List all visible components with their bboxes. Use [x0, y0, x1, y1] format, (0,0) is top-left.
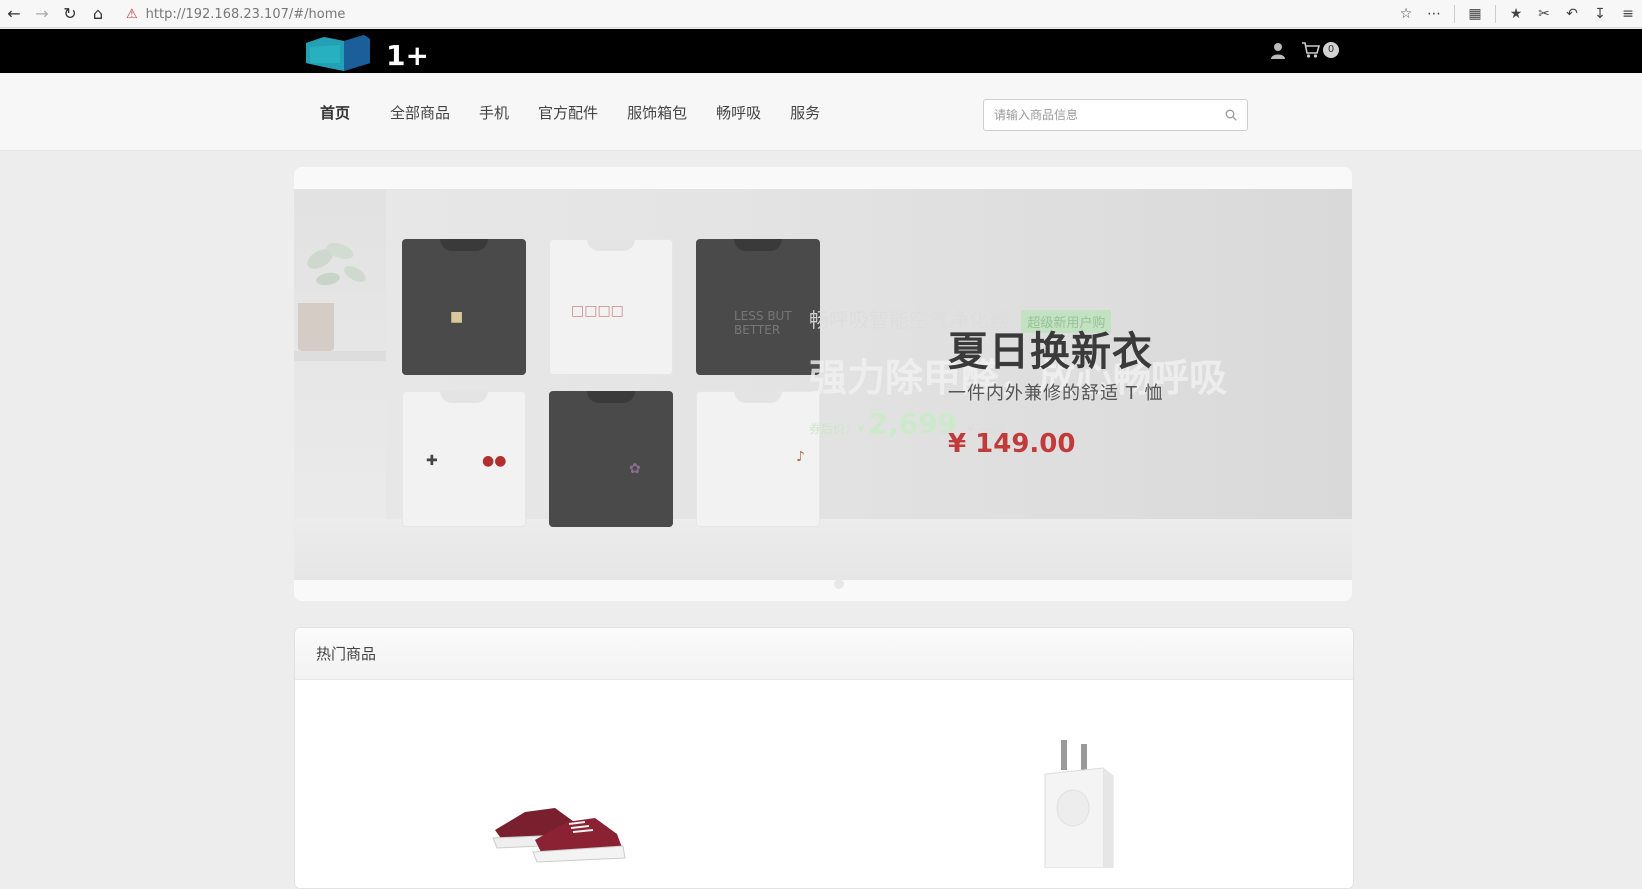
nav-item-home[interactable]: 首页 [320, 102, 350, 123]
cart-button[interactable]: 0 [1301, 41, 1339, 59]
nav-item-apparel[interactable]: 服饰箱包 [627, 102, 687, 123]
cart-count-badge: 0 [1323, 42, 1339, 58]
hot-products-title: 热门商品 [316, 645, 377, 663]
favorites-icon[interactable]: ★ [1502, 6, 1530, 22]
ghost-price-label: 券后价：¥ [809, 422, 865, 436]
tshirt-image: ✿ [549, 391, 673, 527]
back-button[interactable]: ← [0, 0, 28, 28]
apps-grid-icon[interactable]: ▦ [1461, 6, 1489, 22]
url-text[interactable]: http://192.168.23.107/#/home [146, 7, 346, 22]
main-nav: 首页 全部商品 手机 官方配件 服饰箱包 畅呼吸 服务 [0, 73, 1642, 151]
banner-headline: 夏日换新衣 [948, 329, 1153, 375]
site-topbar: 1+ 0 [0, 29, 1642, 73]
carousel-dot[interactable] [834, 579, 844, 589]
nav-item-accessories[interactable]: 官方配件 [538, 102, 598, 123]
address-bar[interactable]: ⚠ http://192.168.23.107/#/home [126, 3, 1426, 25]
menu-icon[interactable]: ≡ [1614, 6, 1642, 22]
banner-floor [294, 519, 1352, 580]
nav-item-service[interactable]: 服务 [790, 102, 820, 123]
user-icon[interactable] [1270, 42, 1286, 60]
page-actions-icon[interactable]: ⋯ [1420, 6, 1448, 22]
browser-toolbar: ← → ↻ ⌂ ⚠ http://192.168.23.107/#/home ☆… [0, 0, 1642, 28]
tshirt-image: □□□□ [549, 239, 673, 375]
search-icon[interactable] [1225, 109, 1237, 121]
sneaker-product-image[interactable] [485, 778, 635, 868]
toolbar-separator [1495, 5, 1496, 23]
nav-item-phones[interactable]: 手机 [479, 102, 509, 123]
download-icon[interactable]: ↧ [1586, 6, 1614, 22]
banner-slide[interactable]: ■ □□□□ LESS BUT BETTER ✚ ●● ✿ ♪ 畅呼吸智能空气净化… [294, 189, 1352, 580]
ghost-price-value: 2,699 [868, 407, 958, 440]
tshirt-image: ✚ ●● [402, 391, 526, 527]
tshirt-image: ■ [402, 239, 526, 375]
home-button[interactable]: ⌂ [84, 0, 112, 28]
nav-item-air[interactable]: 畅呼吸 [716, 102, 761, 123]
shirt-print-text: LESS BUT BETTER [734, 309, 792, 337]
charger-product-image[interactable] [1037, 738, 1117, 868]
logo-text: 1+ [386, 39, 429, 72]
banner-subline: 一件内外兼修的舒适 T 恤 [948, 383, 1164, 404]
insecure-connection-icon[interactable]: ⚠ [126, 7, 138, 22]
shelf-image [294, 351, 386, 361]
plant-image [307, 242, 366, 286]
toolbar-separator [1454, 5, 1455, 23]
banner-carousel: ■ □□□□ LESS BUT BETTER ✚ ●● ✿ ♪ 畅呼吸智能空气净化… [294, 167, 1352, 601]
forward-button[interactable]: → [28, 0, 56, 28]
hot-products-header: 热门商品 [295, 628, 1353, 680]
nav-item-all-products[interactable]: 全部商品 [390, 102, 450, 123]
tshirt-image: ♪ [696, 391, 820, 527]
search-box [983, 99, 1248, 131]
undo-icon[interactable]: ↶ [1558, 6, 1586, 22]
hot-products-panel: 热门商品 [294, 627, 1354, 889]
search-input[interactable] [992, 100, 1216, 130]
screenshot-icon[interactable]: ✂ [1530, 6, 1558, 22]
cart-icon [1302, 42, 1321, 58]
pot-image [298, 303, 334, 351]
logo-box-icon [306, 35, 370, 71]
site-logo[interactable]: 1+ [300, 29, 430, 77]
tshirt-image: LESS BUT BETTER [696, 239, 820, 375]
banner-price: ¥ 149.00 [948, 429, 1076, 459]
bookmark-star-icon[interactable]: ☆ [1392, 6, 1420, 22]
reload-button[interactable]: ↻ [56, 0, 84, 28]
